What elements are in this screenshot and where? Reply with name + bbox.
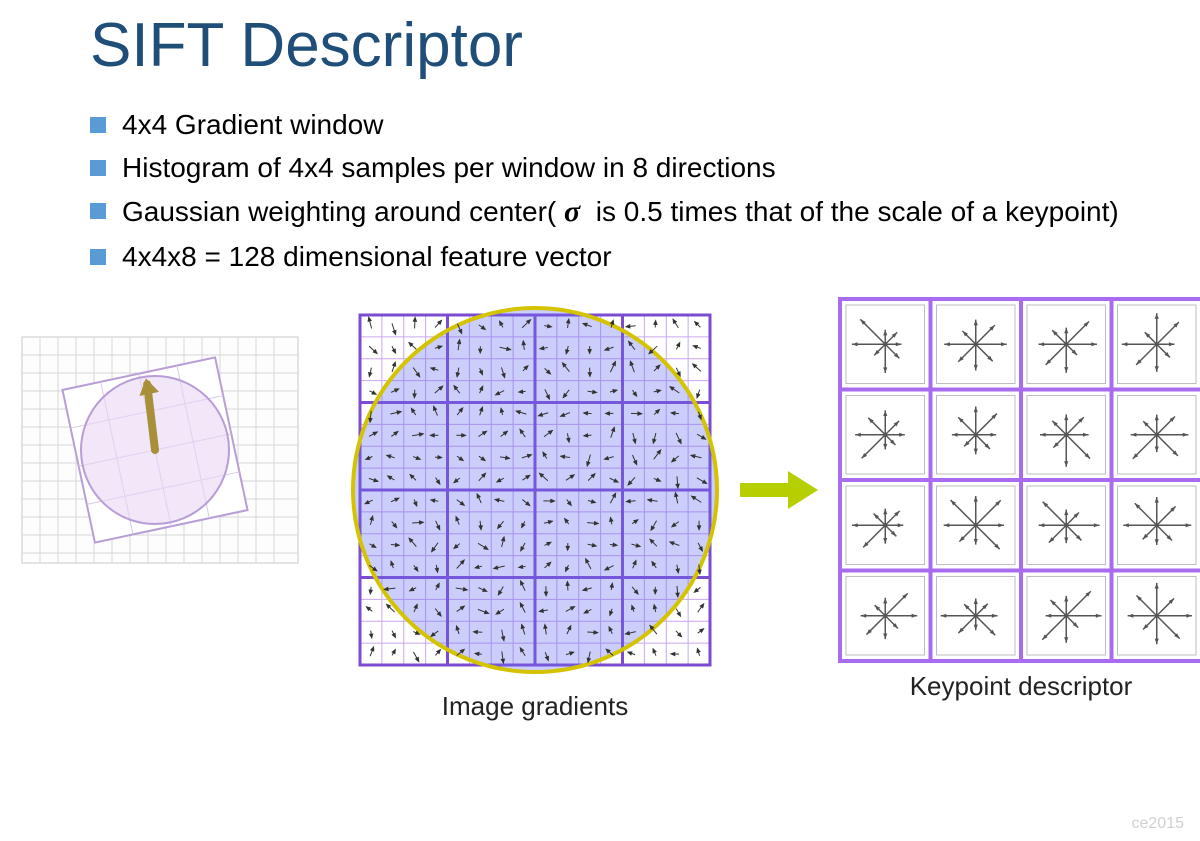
slide: SIFT Descriptor 4x4 Gradient window Hist… <box>0 0 1200 841</box>
figure-keypoint-patch <box>20 335 300 565</box>
bullet-text: 4x4x8 = 128 dimensional feature vector <box>122 237 1170 276</box>
bullet-square-icon <box>90 249 106 265</box>
bullet-text: Gaussian weighting around center( σ is 0… <box>122 191 1170 233</box>
transform-arrow <box>740 465 820 515</box>
bullet-item: 4x4 Gradient window <box>90 105 1170 144</box>
figure-label-gradients: Image gradients <box>340 691 730 722</box>
image-gradients-icon <box>340 295 730 685</box>
bullet-item: Gaussian weighting around center( σ is 0… <box>90 191 1170 233</box>
bullet-square-icon <box>90 160 106 176</box>
bullet-text: 4x4 Gradient window <box>122 105 1170 144</box>
figure-row: Image gradients Keypoint descriptor <box>20 295 1200 722</box>
keypoint-descriptor-icon <box>836 295 1200 665</box>
figure-keypoint-descriptor: Keypoint descriptor <box>836 295 1200 702</box>
bullet-item: Histogram of 4x4 samples per window in 8… <box>90 148 1170 187</box>
bullet-list: 4x4 Gradient window Histogram of 4x4 sam… <box>90 105 1170 277</box>
bullet-item: 4x4x8 = 128 dimensional feature vector <box>90 237 1170 276</box>
bullet-square-icon <box>90 117 106 133</box>
figure-image-gradients: Image gradients <box>340 295 730 722</box>
keypoint-patch-icon <box>20 335 300 565</box>
arrow-right-icon <box>740 465 820 515</box>
sigma-symbol: σ <box>564 195 580 228</box>
bullet-text: Histogram of 4x4 samples per window in 8… <box>122 148 1170 187</box>
watermark-text: ce2015 <box>1132 815 1185 833</box>
bullet-square-icon <box>90 203 106 219</box>
figure-label-descriptor: Keypoint descriptor <box>836 671 1200 702</box>
slide-title: SIFT Descriptor <box>90 10 1170 81</box>
